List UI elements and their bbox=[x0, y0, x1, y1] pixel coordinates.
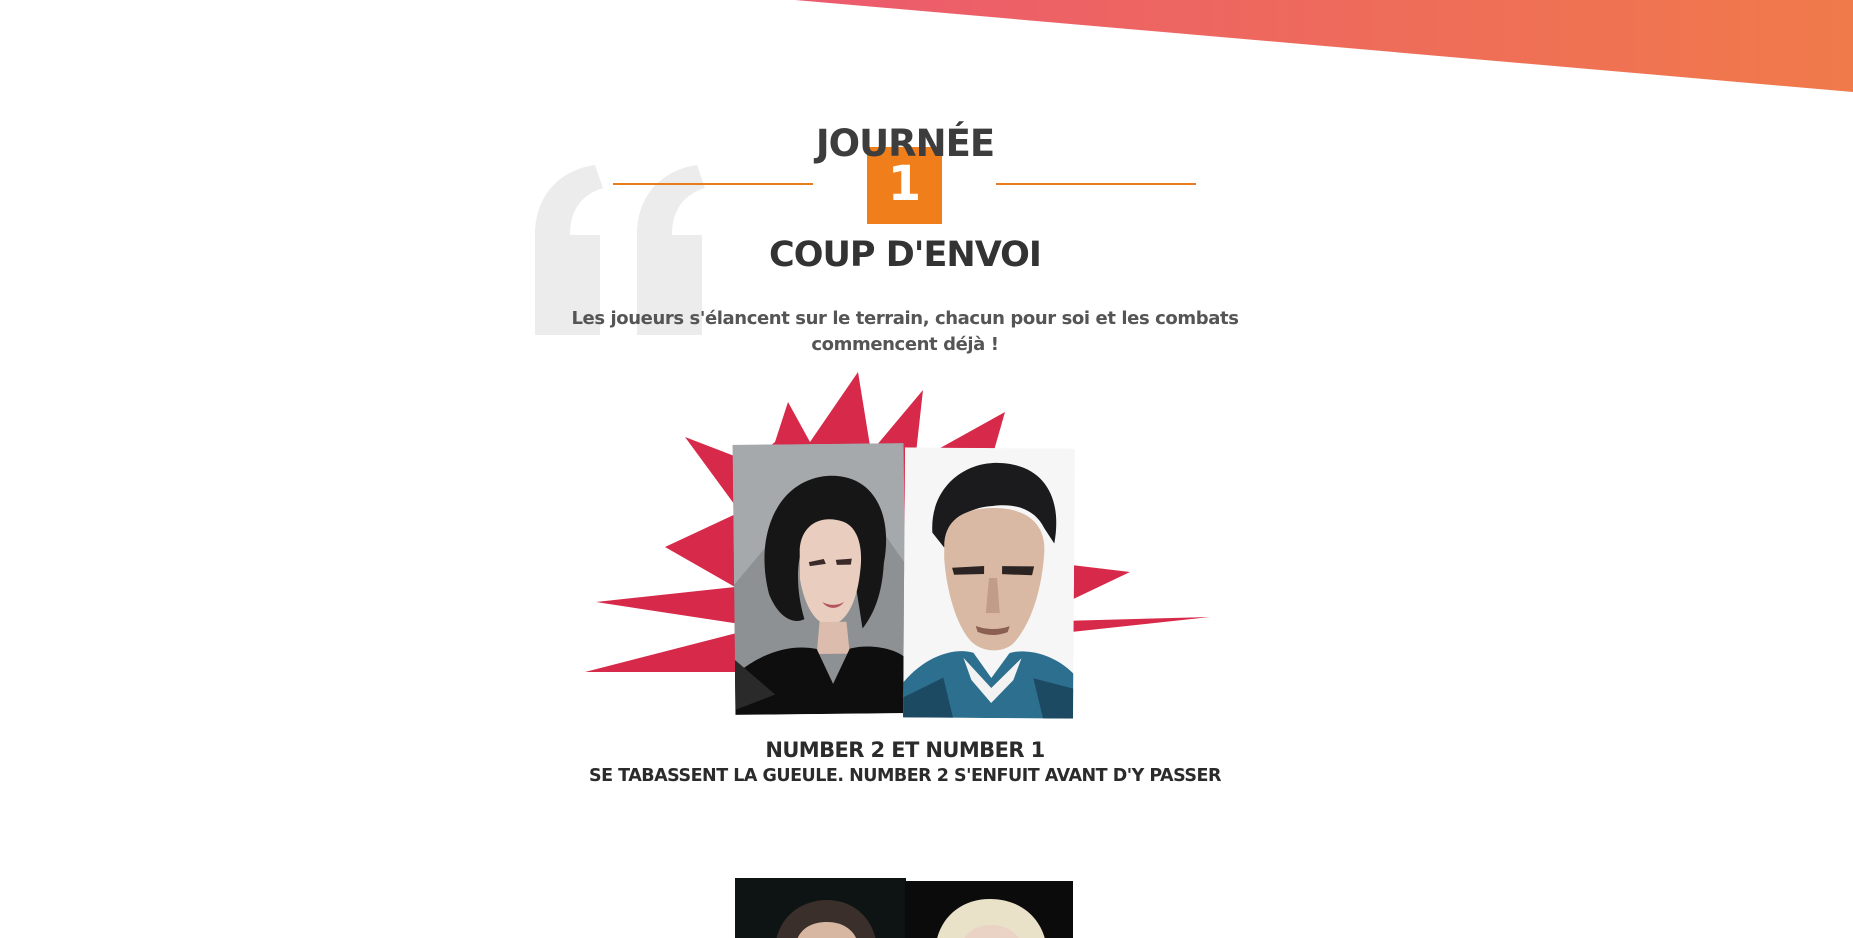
player-portrait-number-1 bbox=[903, 447, 1075, 719]
player-portrait-number-2 bbox=[732, 443, 907, 715]
next-portrait-right bbox=[905, 881, 1073, 938]
day-intro: Les joueurs s'élancent sur le terrain, c… bbox=[571, 308, 1239, 355]
matchup-names: NUMBER 2 ET NUMBER 1 bbox=[765, 738, 1045, 762]
day-title: COUP D'ENVOI bbox=[769, 235, 1042, 275]
page: JOURNÉE 1 COUP D'ENVOI Les joueurs s'éla… bbox=[0, 0, 1853, 938]
header-banner bbox=[795, 0, 1853, 92]
heading-rule-right bbox=[996, 183, 1196, 185]
next-portrait-left bbox=[735, 878, 906, 938]
heading-rule-left bbox=[613, 183, 813, 185]
day-number: 1 bbox=[887, 156, 922, 212]
matchup-description: SE TABASSENT LA GUEULE. NUMBER 2 S'ENFUI… bbox=[589, 766, 1221, 786]
